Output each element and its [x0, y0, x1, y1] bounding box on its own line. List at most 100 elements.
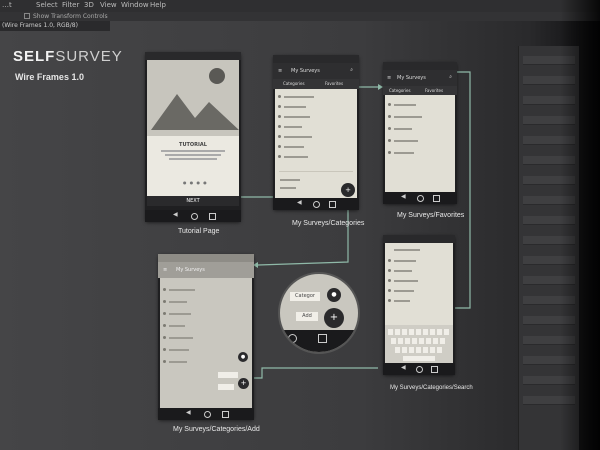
status-bar: [383, 235, 455, 243]
list-item[interactable]: [394, 260, 416, 262]
recents-icon[interactable]: [318, 334, 327, 343]
connector-categories-to-add: [257, 208, 349, 266]
zoom-category-fab[interactable]: ●: [327, 288, 341, 302]
status-bar: [158, 254, 254, 262]
list-bullet-icon: [278, 125, 281, 128]
list-bullet-icon: [388, 115, 391, 118]
tab-categories[interactable]: Categories: [283, 81, 305, 86]
recents-icon[interactable]: [433, 195, 440, 202]
list-item[interactable]: [394, 300, 410, 302]
back-icon[interactable]: ◀: [173, 211, 178, 218]
menu-icon[interactable]: ≡: [278, 68, 282, 74]
zoom-navbar: [280, 330, 358, 352]
wireframe-tutorial: TUTORIAL ● ● ● ● NEXT ◀: [145, 52, 241, 222]
page-indicator: ● ● ● ●: [183, 180, 208, 185]
list-item[interactable]: [394, 270, 412, 272]
add-fab-button[interactable]: +: [341, 183, 355, 197]
list-item[interactable]: [394, 104, 416, 106]
hero-image: [147, 60, 239, 136]
zoom-chip-add[interactable]: Add: [296, 312, 318, 321]
label-search: My Surveys/Categories/Search: [390, 385, 473, 391]
list-bullet-icon: [163, 312, 166, 315]
recents-icon[interactable]: [222, 411, 229, 418]
list-item[interactable]: [284, 96, 314, 98]
tab-bar: Categories Favorites: [383, 86, 457, 95]
keyboard-row[interactable]: [395, 347, 443, 353]
mini-chip[interactable]: [218, 372, 238, 378]
home-icon[interactable]: [288, 334, 297, 343]
search-icon[interactable]: ⌕: [350, 67, 353, 73]
list-item[interactable]: [394, 280, 418, 282]
list-item[interactable]: [169, 289, 195, 291]
list-item[interactable]: [284, 136, 312, 138]
list-item[interactable]: [284, 116, 310, 118]
brand-logo: SELFSURVEY: [13, 48, 123, 65]
tab-favorites[interactable]: Favorites: [425, 88, 443, 93]
list-item[interactable]: [394, 116, 422, 118]
search-field[interactable]: [394, 249, 420, 251]
category-fab-button[interactable]: ●: [238, 352, 248, 362]
list-item[interactable]: [284, 126, 302, 128]
list-item[interactable]: [394, 140, 418, 142]
list-bullet-icon: [388, 151, 391, 154]
soft-keyboard[interactable]: [385, 325, 453, 363]
home-icon[interactable]: [416, 366, 423, 373]
list-item[interactable]: [169, 349, 189, 351]
monitor-edge-shadow: [560, 0, 600, 450]
home-icon[interactable]: [204, 411, 211, 418]
back-icon[interactable]: ◀: [297, 199, 302, 206]
list-item[interactable]: [280, 179, 300, 181]
home-icon[interactable]: [313, 201, 320, 208]
list-item[interactable]: [394, 152, 414, 154]
menu-icon[interactable]: ≡: [163, 267, 167, 273]
list-item[interactable]: [394, 290, 414, 292]
tab-favorites[interactable]: Favorites: [325, 81, 343, 86]
list-bullet-icon: [388, 139, 391, 142]
recents-icon[interactable]: [431, 366, 438, 373]
list-bullet-icon: [278, 95, 281, 98]
menu-icon[interactable]: ≡: [387, 75, 391, 81]
list-item[interactable]: [284, 156, 308, 158]
connector-add-to-search: [253, 367, 378, 379]
list-bullet-icon: [388, 289, 391, 292]
list-bullet-icon: [388, 299, 391, 302]
spacebar[interactable]: [403, 356, 435, 361]
recents-icon[interactable]: [209, 213, 216, 220]
back-icon[interactable]: ◀: [401, 193, 406, 200]
zoom-chip-categories[interactable]: Categor: [290, 292, 320, 301]
list-item[interactable]: [169, 313, 191, 315]
back-icon[interactable]: ◀: [186, 409, 191, 416]
search-icon[interactable]: ⌕: [449, 74, 452, 80]
home-icon[interactable]: [191, 213, 198, 220]
brand-self: SELF: [13, 48, 56, 65]
zoom-add-fab[interactable]: +: [324, 308, 344, 328]
back-icon[interactable]: ◀: [401, 364, 406, 371]
recents-icon[interactable]: [329, 201, 336, 208]
keyboard-row[interactable]: [388, 329, 450, 335]
list-item[interactable]: [284, 106, 306, 108]
wireframe-search: ◀: [383, 235, 455, 375]
brand-survey: SURVEY: [55, 48, 123, 65]
home-icon[interactable]: [417, 195, 424, 202]
list-item[interactable]: [169, 337, 193, 339]
mini-chip[interactable]: [218, 384, 234, 390]
favorites-list: [385, 95, 455, 192]
list-item[interactable]: [280, 187, 296, 189]
search-results: [385, 243, 453, 325]
list-bullet-icon: [388, 279, 391, 282]
next-button[interactable]: NEXT: [147, 196, 239, 206]
add-fab-button[interactable]: +: [238, 378, 249, 389]
keyboard-row[interactable]: [391, 338, 447, 344]
list-item[interactable]: [169, 325, 185, 327]
app-bar: ≡ My Surveys: [158, 262, 254, 278]
list-item[interactable]: [394, 128, 412, 130]
connector-favorites-to-search: [455, 71, 471, 309]
list-item[interactable]: [169, 301, 187, 303]
android-navbar: ◀: [158, 408, 254, 420]
mountain-illustration-icon: [151, 68, 239, 130]
list-item[interactable]: [284, 146, 304, 148]
app-bar: ≡ My Surveys ⌕: [273, 63, 359, 79]
tab-categories[interactable]: Categories: [389, 88, 411, 93]
list-bullet-icon: [388, 127, 391, 130]
list-item[interactable]: [169, 361, 187, 363]
